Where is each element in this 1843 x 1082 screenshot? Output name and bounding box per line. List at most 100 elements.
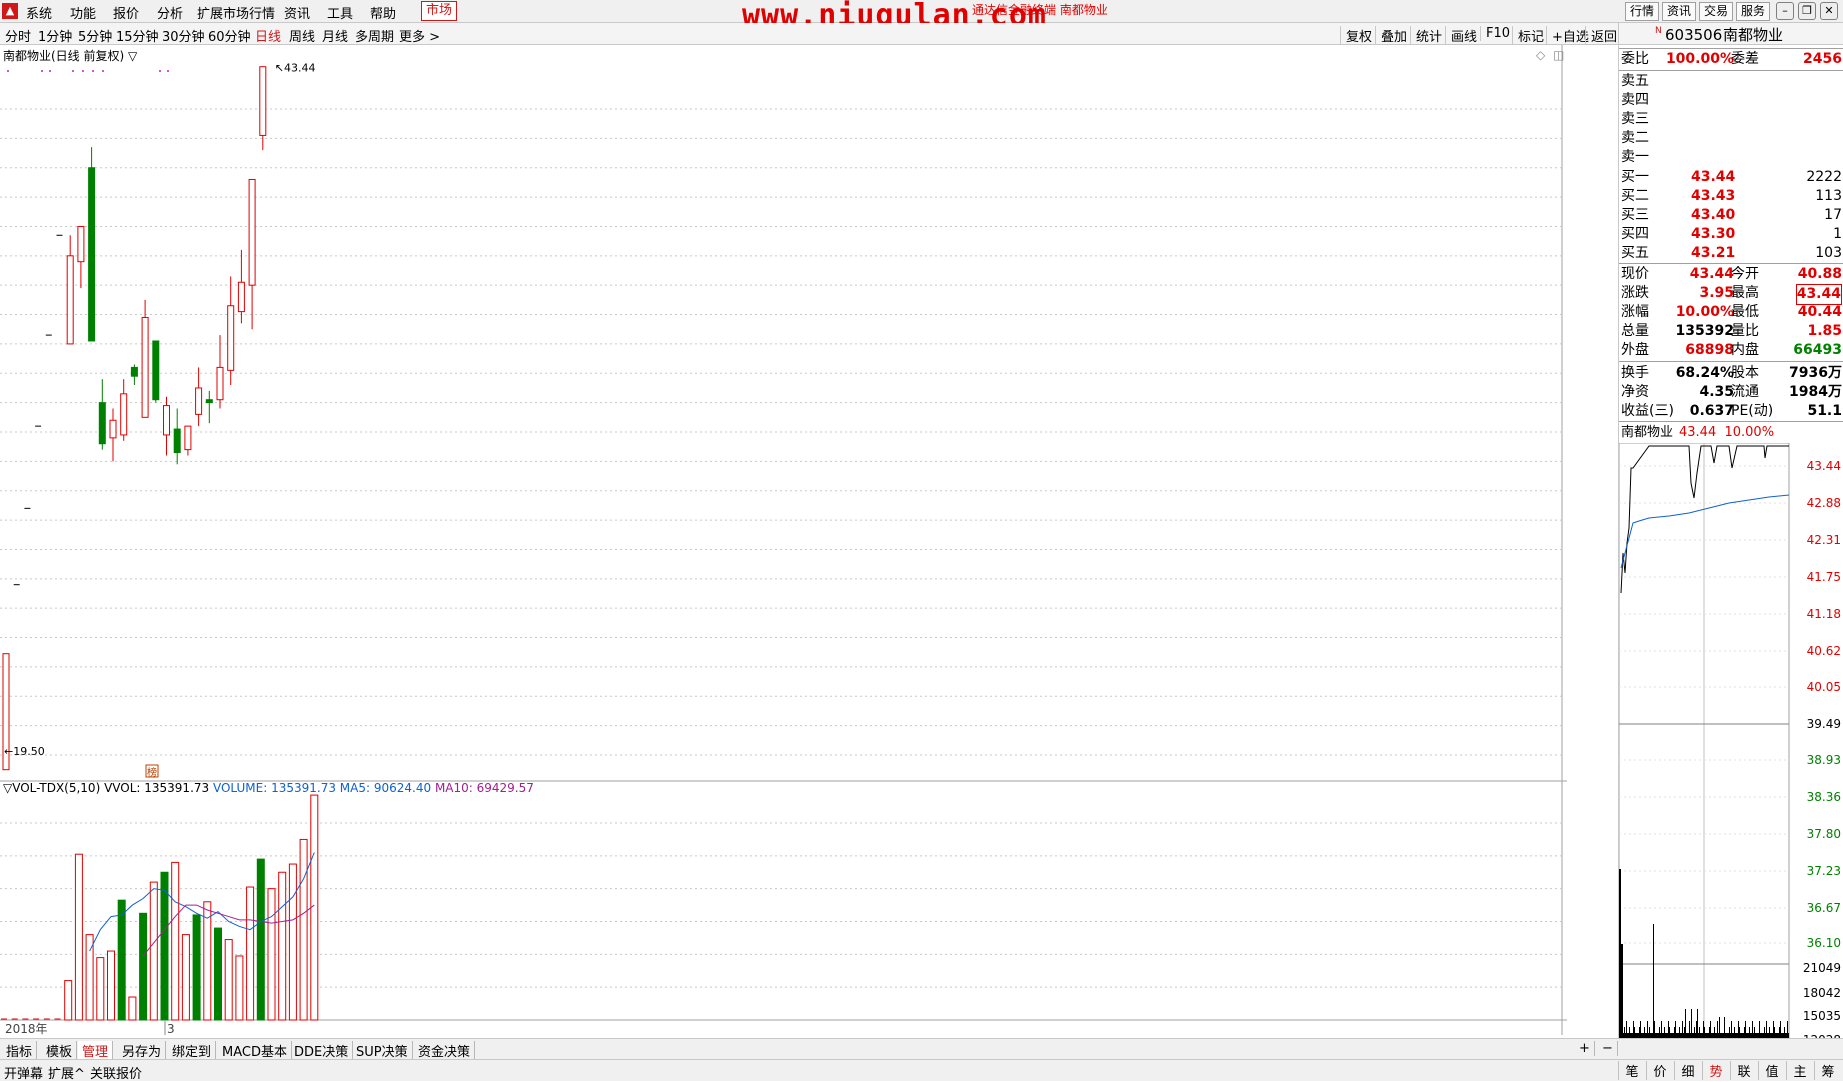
tool-back[interactable]: 返回	[1585, 26, 1617, 45]
tool-restore-rights[interactable]: 复权	[1340, 26, 1372, 45]
stat-label: 外盘	[1621, 342, 1649, 358]
buy-row[interactable]: 买四 43.30 1	[1619, 225, 1843, 244]
tool-mark[interactable]: 标记	[1512, 26, 1544, 45]
panel-toggle-icon[interactable]: ◫	[1553, 48, 1564, 62]
indicator-tab[interactable]: 管理	[78, 1041, 114, 1060]
tool-statistics[interactable]: 统计	[1410, 26, 1442, 45]
restore-icon[interactable]: ❐	[1798, 2, 1816, 20]
n-mark-icon: N	[1655, 26, 1662, 36]
period-30min[interactable]: 30分钟	[162, 26, 205, 45]
period-daily[interactable]: 日线	[255, 26, 281, 45]
stat2-row[interactable]: 收益(三) 0.637 PE(动) 51.1	[1619, 402, 1843, 421]
zoom-out-button[interactable]: −	[1598, 1041, 1618, 1056]
zoom-in-button[interactable]: +	[1575, 1041, 1595, 1056]
indicator-tab[interactable]: 资金决策	[414, 1041, 476, 1060]
top-btn-quote[interactable]: 行情	[1625, 2, 1660, 21]
volume-bar	[139, 912, 148, 1021]
stat-value: 66493	[1793, 342, 1842, 358]
menu-market[interactable]: 市场	[421, 1, 458, 21]
intraday-mini-chart[interactable]: 43.44 42.88 42.31 41.75 41.18 40.62 40.05 39.49…	[1619, 443, 1843, 1061]
menu-help[interactable]: 帮助	[370, 3, 396, 22]
right-panel-tab[interactable]: 筹	[1814, 1061, 1841, 1080]
period-monthly[interactable]: 月线	[322, 26, 348, 45]
stat-row[interactable]: 涨跌 3.95 最高 43.44	[1619, 284, 1843, 305]
stat-row[interactable]: 总量 135392 量比 1.85	[1619, 322, 1843, 341]
menu-analysis[interactable]: 分析	[157, 3, 183, 22]
indicator-tab[interactable]: DDE决策	[290, 1041, 354, 1060]
right-panel-tab[interactable]: 势	[1702, 1061, 1729, 1080]
volume-header: ▽VOL-TDX(5,10) VVOL: 135391.73 VOLUME: 1…	[3, 781, 534, 795]
stat2-label: 净资	[1621, 384, 1649, 400]
buy-row[interactable]: 买三 43.40 17	[1619, 206, 1843, 225]
top-btn-news[interactable]: 资讯	[1662, 2, 1697, 21]
indicator-tab[interactable]: 指标	[2, 1041, 38, 1060]
stat-row[interactable]: 涨幅 10.00% 最低 40.44	[1619, 303, 1843, 322]
top-btn-service[interactable]: 服务	[1736, 2, 1771, 21]
menu-tools[interactable]: 工具	[327, 3, 353, 22]
right-panel-tab[interactable]: 主	[1786, 1061, 1813, 1080]
stat-label: 涨幅	[1621, 304, 1649, 320]
period-1min[interactable]: 1分钟	[38, 26, 72, 45]
sell-row[interactable]: 卖四	[1619, 91, 1843, 110]
right-panel-tab[interactable]: 细	[1674, 1061, 1701, 1080]
tool-draw-line[interactable]: 画线	[1445, 26, 1477, 45]
candle-body	[109, 419, 117, 439]
indicator-tab[interactable]: SUP决策	[352, 1041, 413, 1060]
candle-body	[130, 366, 138, 377]
right-panel-tab[interactable]: 联	[1730, 1061, 1757, 1080]
close-icon[interactable]: ✕	[1820, 2, 1838, 20]
right-panel-tab[interactable]: 笔	[1618, 1061, 1645, 1080]
minimize-icon[interactable]: –	[1776, 2, 1794, 20]
menu-function[interactable]: 功能	[70, 3, 96, 22]
stat-row[interactable]: 外盘 68898 内盘 66493	[1619, 341, 1843, 360]
stat2-row[interactable]: 换手 68.24% 股本 7936万	[1619, 364, 1843, 383]
right-panel-tab[interactable]: 值	[1758, 1061, 1785, 1080]
period-fenshi[interactable]: 分时	[5, 26, 31, 45]
menu-quote[interactable]: 报价	[113, 3, 139, 22]
sell-row[interactable]: 卖二	[1619, 129, 1843, 148]
period-15min[interactable]: 15分钟	[116, 26, 159, 45]
danmu-toggle[interactable]: 开弹幕	[4, 1063, 43, 1082]
period-5min[interactable]: 5分钟	[78, 26, 112, 45]
indicator-tab[interactable]: 绑定到	[168, 1041, 217, 1060]
expand-toggle[interactable]: 扩展^	[48, 1063, 85, 1082]
period-weekly[interactable]: 周线	[289, 26, 315, 45]
kline-chart[interactable]: 20004000600080001000012000▽VOL-TDX(5,10)…	[0, 45, 1567, 1035]
indicator-tab[interactable]: 模板	[42, 1041, 78, 1060]
buy-row[interactable]: 买一 43.44 2222	[1619, 168, 1843, 187]
buy-row[interactable]: 买五 43.21 103	[1619, 244, 1843, 263]
menu-news[interactable]: 资讯	[284, 3, 310, 22]
tool-add-favorite[interactable]: +自选	[1546, 26, 1589, 45]
right-panel-tab[interactable]: 价	[1646, 1061, 1673, 1080]
candle-body	[259, 66, 267, 136]
period-more[interactable]: 更多 >	[399, 26, 440, 45]
sell-row[interactable]: 卖三	[1619, 110, 1843, 129]
menu-ext-market[interactable]: 扩展市场行情	[197, 3, 275, 22]
menu-bar: ▲ 系统 功能 报价 分析 扩展市场行情 资讯 工具 帮助 市场 通达信金融终端…	[0, 0, 1843, 33]
app-logo-icon[interactable]: ▲	[2, 3, 18, 19]
volume-bar	[107, 950, 115, 1021]
mini-price-tick: 38.36	[1807, 790, 1841, 804]
volume-bar	[224, 939, 233, 1021]
buy-row[interactable]: 买二 43.43 113	[1619, 187, 1843, 206]
indicator-tab[interactable]: MACD基本	[218, 1041, 292, 1060]
sell-row[interactable]: 卖一	[1619, 148, 1843, 167]
menu-system[interactable]: 系统	[26, 3, 52, 22]
stat-row[interactable]: 现价 43.44 今开 40.88	[1619, 265, 1843, 284]
indicator-tab[interactable]: 另存为	[118, 1041, 167, 1060]
sell-row[interactable]: 卖五	[1619, 72, 1843, 91]
buy-volume: 2222	[1806, 169, 1842, 185]
period-60min[interactable]: 60分钟	[208, 26, 251, 45]
period-multi[interactable]: 多周期	[355, 26, 394, 45]
diamond-icon[interactable]: ◇	[1536, 48, 1546, 62]
volume-bar	[235, 955, 244, 1021]
top-btn-trade[interactable]: 交易	[1699, 2, 1734, 21]
stat2-row[interactable]: 净资 4.35 流通 1984万	[1619, 383, 1843, 402]
tool-overlay[interactable]: 叠加	[1375, 26, 1407, 45]
related-quote-toggle[interactable]: 关联报价	[90, 1063, 142, 1082]
mini-price-tick: 40.62	[1807, 644, 1841, 658]
tool-f10[interactable]: F10	[1480, 26, 1510, 41]
candle-body	[227, 305, 235, 371]
buy-price: 43.30	[1691, 226, 1736, 242]
stat2-value: 68.24%	[1675, 365, 1734, 381]
